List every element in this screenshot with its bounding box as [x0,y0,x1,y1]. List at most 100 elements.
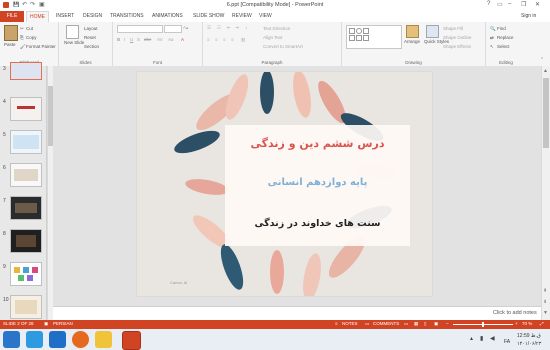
line-shape-icon[interactable] [356,35,362,41]
format-painter-button[interactable]: Format Painter [26,44,56,49]
clock-time[interactable]: 12:59 ق.ظ [517,333,541,339]
shape-effects-button[interactable]: Shape Effects [443,44,471,49]
keyboard-language[interactable]: FA [504,339,510,345]
scissors-icon[interactable]: ✂ [20,26,24,32]
star-shape-icon[interactable] [363,35,369,41]
slide-thumbnail-10[interactable] [10,295,42,319]
format-painter-icon[interactable]: 🖌 [20,44,26,50]
slide-thumbnail-7[interactable] [10,196,42,220]
rectangle-shape-icon[interactable] [349,28,355,34]
zoom-in-icon[interactable]: + [515,321,518,326]
slide-thumbnail-4[interactable] [10,97,42,121]
layout-button[interactable]: Layout [84,26,98,31]
zoom-level[interactable]: 70 % [522,321,532,326]
close-button[interactable]: ✕ [535,1,540,8]
arrange-button[interactable]: Arrange [404,39,420,44]
select-icon[interactable]: ↖ [490,44,494,50]
title-textbox[interactable]: درس ششم دین و زندگی پایه دوازدهم انسانی … [225,125,410,246]
italic-icon[interactable]: I [124,37,125,42]
underline-icon[interactable]: U [130,37,133,42]
spell-check-icon[interactable]: ▣ [44,321,48,327]
cut-button[interactable]: Cut [26,26,33,31]
shadow-icon[interactable]: S [137,37,140,42]
replace-icon[interactable]: ⇄ [490,35,494,41]
align-text-button[interactable]: Align Text [263,35,282,40]
justify-icon[interactable]: ≡ [231,37,234,42]
indent-icon[interactable]: ⇤ [227,25,231,31]
columns-icon[interactable]: ▥ [241,37,245,43]
copy-icon[interactable]: ⎘ [20,35,24,40]
find-icon[interactable]: 🔍 [490,26,496,32]
change-case-icon[interactable]: Aa [168,37,174,42]
file-explorer-icon[interactable] [95,331,112,348]
slide-thumbnail-5[interactable] [10,130,42,154]
shapes-gallery[interactable] [346,25,402,49]
telegram-icon[interactable] [26,331,43,348]
sign-in-link[interactable]: Sign in [521,13,536,19]
slide-thumbnail-9[interactable] [10,262,42,286]
zoom-out-icon[interactable]: – [446,321,449,326]
slideshow-view-icon[interactable]: ▣ [434,321,438,327]
tray-arrow-icon[interactable]: ▴ [470,335,473,342]
tab-slide-show[interactable]: SLIDE SHOW [193,13,224,19]
font-color-icon[interactable]: A [181,37,184,42]
align-center-icon[interactable]: ≡ [215,37,218,42]
reset-button[interactable]: Reset [84,35,96,40]
next-slide-icon[interactable]: ⇟ [543,299,547,305]
copy-button[interactable]: Copy [26,35,37,40]
current-slide[interactable]: درس ششم دین و زندگی پایه دوازدهم انسانی … [137,72,432,296]
shape-outline-button[interactable]: Shape Outline [443,35,472,40]
slide-thumbnail-8[interactable] [10,229,42,253]
select-button[interactable]: Select [497,44,510,49]
line-spacing-icon[interactable]: ↕ [245,25,247,30]
normal-view-icon[interactable]: ▭ [404,321,408,327]
language-indicator[interactable]: PERSIAN [53,321,73,326]
font-family-select[interactable] [117,25,163,33]
internet-explorer-icon[interactable] [49,331,66,348]
numbering-icon[interactable]: ☷ [217,25,221,31]
network-icon[interactable]: ▮ [480,335,483,342]
clock-date[interactable]: ۱۴۰۱/۰۶/۲۳ [517,341,541,347]
font-size-select[interactable] [164,25,182,33]
arrange-icon[interactable] [406,25,419,38]
firefox-icon[interactable] [72,331,89,348]
oval-shape-icon[interactable] [356,28,362,34]
help-icon[interactable]: ? [487,1,490,7]
bullets-icon[interactable]: ☰ [207,25,211,31]
outdent-icon[interactable]: ⇥ [235,25,239,31]
zoom-slider-thumb[interactable] [482,322,484,327]
scroll-down-icon[interactable]: ▼ [543,310,548,316]
bold-icon[interactable]: B [117,37,120,42]
restore-button[interactable]: ❐ [521,1,526,8]
paste-icon[interactable] [4,25,18,41]
scroll-thumb[interactable] [543,78,549,148]
align-right-icon[interactable]: ≡ [223,37,226,42]
notes-placeholder[interactable]: Click to add notes [493,310,537,316]
notes-toggle[interactable]: NOTES [342,321,358,326]
paste-button[interactable]: Paste [4,42,16,47]
triangle-shape-icon[interactable] [363,28,369,34]
tab-transitions[interactable]: TRANSITIONS [110,13,144,19]
new-slide-button[interactable]: New Slide [64,40,84,45]
ribbon-display-icon[interactable]: ▭ [497,1,503,8]
minimize-button[interactable]: – [508,1,511,7]
text-direction-button[interactable]: Text Direction [263,26,290,31]
tab-animations[interactable]: ANIMATIONS [152,13,183,19]
new-slide-icon[interactable] [66,25,79,39]
shape-fill-button[interactable]: Shape Fill [443,26,463,31]
align-left-icon[interactable]: ≡ [207,37,210,42]
tab-review[interactable]: REVIEW [232,13,252,19]
find-button[interactable]: Find [497,26,506,31]
collapse-ribbon-icon[interactable]: ⌃ [540,57,544,63]
strikethrough-icon[interactable]: abc [144,37,151,42]
slide-sorter-icon[interactable]: ▦ [414,321,418,327]
scroll-up-icon[interactable]: ▲ [543,68,548,74]
volume-icon[interactable]: ◀ [490,335,495,342]
slide-vertical-scrollbar[interactable]: ▲ ⇞ ⇟ ▼ [541,66,550,320]
convert-smartart-button[interactable]: Convert to SmartArt [263,44,303,49]
section-button[interactable]: Section [84,44,99,49]
tab-design[interactable]: DESIGN [83,13,102,19]
comments-toggle[interactable]: COMMENTS [373,321,399,326]
windows-start-icon[interactable] [3,331,20,348]
notes-icon[interactable]: ≡ [335,321,338,326]
